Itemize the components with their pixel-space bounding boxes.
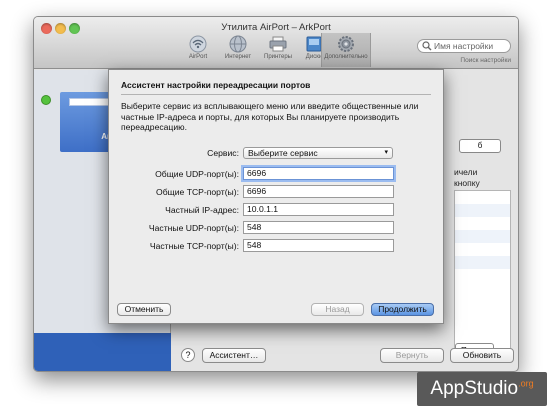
- service-selected-value: Выберите сервис: [248, 148, 318, 158]
- continue-button[interactable]: Продолжить: [371, 303, 434, 316]
- tab-partial[interactable]: б: [459, 139, 501, 153]
- sheet-title: Ассистент настройки переадресации портов: [121, 80, 311, 90]
- appstudio-watermark: AppStudio.org: [417, 372, 547, 406]
- status-online-icon: [42, 96, 50, 104]
- public-udp-ports-field[interactable]: 6696: [243, 167, 394, 180]
- public-tcp-ports-field[interactable]: 6696: [243, 185, 394, 198]
- sidebar-selection-strip: [34, 333, 171, 371]
- globe-icon: [229, 35, 247, 53]
- revert-button[interactable]: Вернуть: [380, 348, 444, 363]
- toolbar-item-label: Интернет: [224, 54, 252, 60]
- update-button[interactable]: Обновить: [450, 348, 514, 363]
- back-button[interactable]: Назад: [311, 303, 364, 316]
- toolbar-item-label: Дополнительно: [324, 54, 368, 60]
- search-icon: [422, 41, 432, 51]
- private-tcp-ports-field[interactable]: 548: [243, 239, 394, 252]
- search-placeholder: Имя настройки: [434, 41, 494, 51]
- settings-search-input[interactable]: Имя настройки: [417, 39, 511, 53]
- private-ip-label: Частный IP-адрес:: [165, 205, 239, 215]
- window-title: Утилита AirPort – ArkPort: [221, 22, 331, 33]
- private-ip-field[interactable]: 10.0.1.1: [243, 203, 394, 216]
- list-item[interactable]: [455, 256, 510, 269]
- port-mapping-list[interactable]: [454, 190, 511, 350]
- toolbar-item-advanced[interactable]: Дополнительно: [321, 33, 371, 67]
- gear-icon: [338, 36, 354, 52]
- private-udp-ports-field[interactable]: 548: [243, 221, 394, 234]
- public-udp-ports-label: Общие UDP-порт(ы):: [155, 169, 239, 179]
- help-button[interactable]: ?: [181, 348, 195, 362]
- service-label: Сервис:: [207, 148, 239, 158]
- window-toolbar: Утилита AirPort – ArkPort AirPort Интерн…: [34, 17, 518, 69]
- cancel-button[interactable]: Отменить: [117, 303, 171, 316]
- list-item[interactable]: [455, 204, 510, 217]
- toolbar-item-internet[interactable]: Интернет: [216, 33, 260, 67]
- list-item[interactable]: [455, 230, 510, 243]
- sheet-description: Выберите сервис из всплывающего меню или…: [121, 101, 419, 132]
- airport-wifi-icon: [189, 35, 207, 53]
- printer-icon: [269, 36, 287, 52]
- popup-arrow-icon: ▾: [384, 149, 388, 156]
- watermark-text: AppStudio.org: [430, 378, 534, 399]
- divider: [121, 94, 431, 95]
- public-tcp-ports-label: Общие TCP-порт(ы):: [156, 187, 239, 197]
- service-popup-menu[interactable]: Выберите сервис ▾: [243, 147, 393, 159]
- port-forwarding-assistant-sheet: Ассистент настройки переадресации портов…: [108, 69, 444, 324]
- toolbar-item-label: AirPort: [188, 54, 208, 60]
- private-udp-ports-label: Частные UDP-порт(ы):: [148, 223, 239, 233]
- search-label: Поиск настройки: [460, 57, 511, 64]
- private-tcp-ports-label: Частные TCP-порт(ы):: [149, 241, 239, 251]
- toolbar-item-airport[interactable]: AirPort: [176, 33, 220, 67]
- panel-hint-text: ичели кнопку: [454, 167, 480, 188]
- assistant-button[interactable]: Ассистент…: [202, 348, 266, 363]
